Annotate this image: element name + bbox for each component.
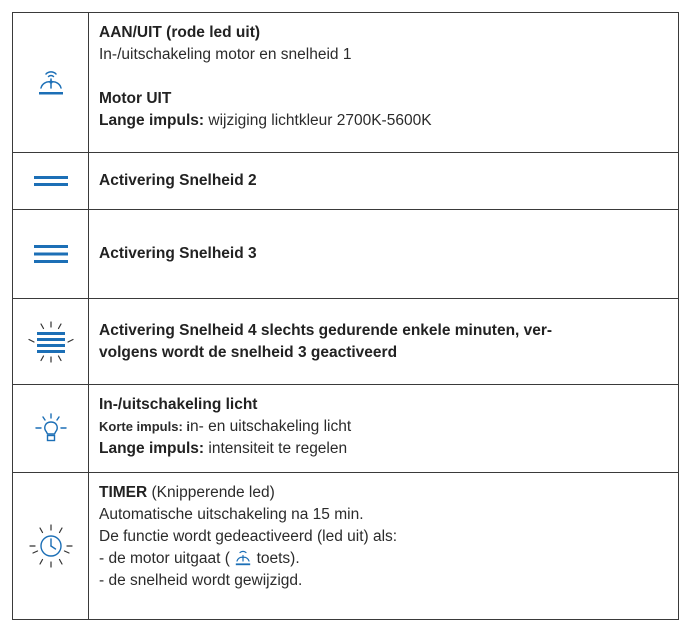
description-cell: Activering Snelheid 2: [99, 153, 668, 209]
speed-4-line-1: Activering Snelheid 4 slechts gedurende …: [99, 321, 553, 339]
table-row: AAN/UIT (rode led uit) In-/uitschakeling…: [13, 13, 678, 153]
long-press-label: Lange impuls:: [99, 112, 205, 129]
motor-off-heading: Motor UIT: [99, 90, 172, 107]
icon-cell: [13, 153, 89, 209]
speed-3-label: Activering Snelheid 3: [99, 245, 257, 262]
icon-cell: [13, 473, 89, 619]
fan-power-icon: [236, 550, 251, 566]
timer-subtitle: (Knipperende led): [147, 484, 275, 501]
short-press-text: n- en uitschakeling licht: [190, 418, 352, 435]
fan-power-icon: [38, 70, 63, 94]
speed-2-icon: [33, 176, 68, 186]
power-description: In-/uitschakeling motor en snelheid 1: [99, 46, 352, 63]
icon-cell: [13, 210, 89, 298]
timer-line-4-start: - de motor uitgaat (: [99, 550, 230, 567]
speed-4-line-2: volgens wordt de snelheid 3 geactiveerd: [99, 343, 398, 361]
short-press-label: Korte impuls: i: [99, 419, 191, 434]
light-bulb-icon: [34, 412, 67, 441]
speed-3-icon: [33, 245, 68, 263]
description-cell: In-/uitschakeling licht Korte impuls: in…: [99, 385, 668, 472]
description-cell: Activering Snelheid 4 slechts gedurende …: [99, 299, 668, 384]
long-press-text: intensiteit te regelen: [204, 440, 348, 457]
timer-line-4-end: toets).: [256, 550, 300, 567]
speed-2-label: Activering Snelheid 2: [99, 172, 257, 189]
power-heading: AAN/UIT (rode led uit): [99, 24, 261, 41]
timer-line-3: De functie wordt gedeactiveerd (led uit)…: [99, 528, 398, 545]
table-row: Activering Snelheid 2: [13, 153, 678, 210]
icon-cell: [13, 385, 89, 472]
table-row: Activering Snelheid 4 slechts gedurende …: [13, 299, 678, 385]
description-cell: TIMER (Knipperende led) Automatische uit…: [99, 473, 668, 619]
timer-line-5: - de snelheid wordt gewijzigd.: [99, 572, 303, 589]
long-press-label: Lange impuls:: [99, 440, 205, 457]
description-cell: AAN/UIT (rode led uit) In-/uitschakeling…: [99, 13, 668, 152]
description-cell: Activering Snelheid 3: [99, 210, 668, 298]
table-row: TIMER (Knipperende led) Automatische uit…: [13, 473, 678, 619]
timer-line-2: Automatische uitschakeling na 15 min.: [99, 506, 364, 523]
table-row: Activering Snelheid 3: [13, 210, 678, 299]
icon-cell: [13, 299, 89, 384]
timer-clock-icon: [28, 524, 73, 568]
table-row: In-/uitschakeling licht Korte impuls: in…: [13, 385, 678, 473]
icon-cell: [13, 13, 89, 152]
timer-heading: TIMER: [99, 484, 148, 501]
speed-4-icon: [27, 320, 74, 363]
long-press-text: wijziging lichtkleur 2700K-5600K: [204, 112, 432, 129]
light-toggle-heading: In-/uitschakeling licht: [99, 396, 258, 413]
controls-table: AAN/UIT (rode led uit) In-/uitschakeling…: [12, 12, 679, 620]
